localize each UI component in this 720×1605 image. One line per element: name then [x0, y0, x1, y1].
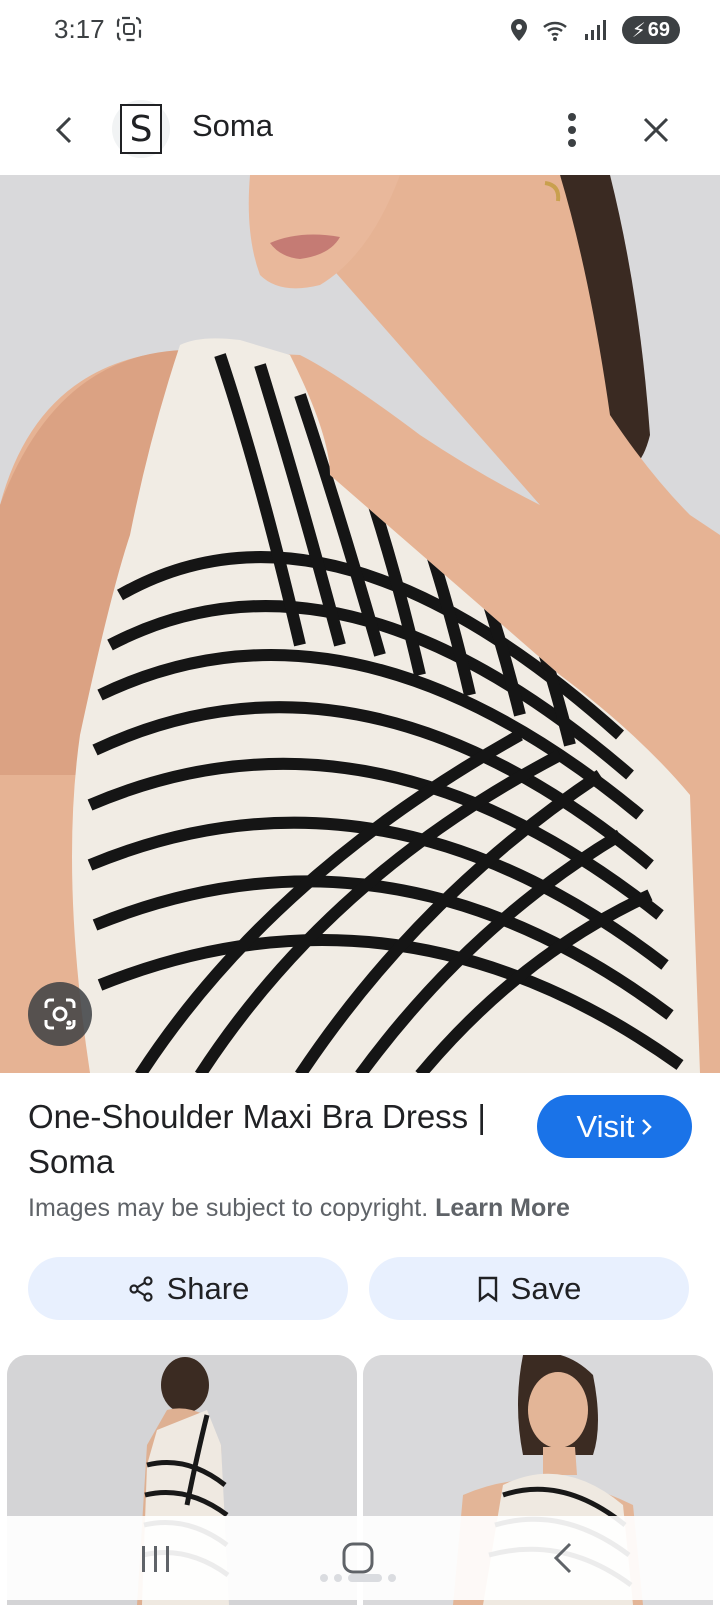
battery-charging-icon: ⚡ — [631, 19, 646, 42]
close-icon — [643, 117, 669, 143]
page-indicator — [320, 1574, 396, 1582]
navigation-bar — [0, 1516, 720, 1600]
nav-back-icon[interactable] — [548, 1540, 578, 1576]
result-title[interactable]: One-Shoulder Maxi Bra Dress | Soma — [28, 1094, 498, 1184]
site-name[interactable]: Soma — [192, 108, 273, 144]
bookmark-icon — [478, 1276, 497, 1302]
recent-apps-icon[interactable] — [136, 1542, 176, 1576]
header: S Soma — [0, 90, 720, 170]
site-avatar[interactable]: S — [112, 100, 170, 158]
wifi-icon — [542, 21, 567, 41]
page-dot — [334, 1574, 342, 1582]
product-image[interactable] — [0, 175, 720, 1073]
learn-more-link[interactable]: Learn More — [435, 1194, 570, 1222]
visit-button[interactable]: Visit — [537, 1095, 692, 1158]
screen-capture-icon — [116, 16, 142, 42]
signal-icon — [584, 20, 606, 40]
google-lens-icon — [44, 998, 76, 1030]
page-dot — [388, 1574, 396, 1582]
more-vert-icon — [568, 113, 576, 147]
visit-label: Visit — [576, 1108, 635, 1144]
location-icon — [510, 19, 527, 41]
save-label: Save — [510, 1270, 582, 1306]
share-icon — [129, 1275, 153, 1302]
more-options-button[interactable] — [550, 106, 594, 154]
product-photo — [0, 175, 720, 1073]
status-time: 3:17 — [54, 14, 105, 44]
back-arrow-icon — [55, 116, 72, 144]
lens-button[interactable] — [28, 982, 92, 1046]
copyright-notice: Images may be subject to copyright. Lear… — [28, 1194, 570, 1223]
copyright-text: Images may be subject to copyright. — [28, 1194, 429, 1222]
home-icon[interactable] — [340, 1540, 376, 1576]
save-button[interactable]: Save — [369, 1257, 689, 1320]
site-initial: S — [120, 104, 162, 154]
page-dot-active — [348, 1574, 382, 1582]
chevron-right-icon — [641, 1118, 652, 1135]
share-button[interactable]: Share — [28, 1257, 348, 1320]
battery-icon: ⚡ 69 — [621, 16, 680, 44]
close-button[interactable] — [632, 106, 680, 154]
page-dot — [320, 1574, 328, 1582]
status-bar: 3:17 ⚡ 69 — [0, 0, 720, 60]
back-button[interactable] — [42, 108, 86, 152]
battery-level: 69 — [647, 18, 670, 41]
share-label: Share — [166, 1270, 250, 1306]
